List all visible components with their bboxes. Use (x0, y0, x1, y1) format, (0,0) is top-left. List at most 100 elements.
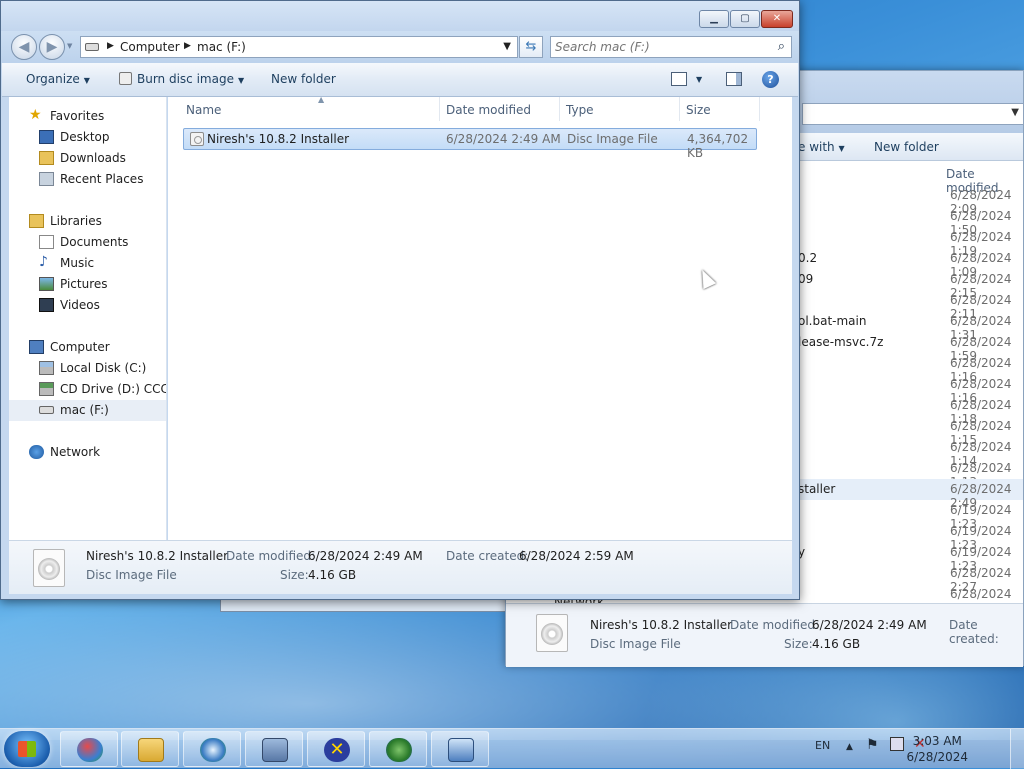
libraries-icon (29, 214, 44, 228)
chevron-down-icon[interactable]: ▼ (1011, 107, 1019, 118)
minimize-button[interactable]: ▁ (699, 10, 729, 28)
sidebar-item-mac-drive[interactable]: mac (F:) (9, 400, 166, 421)
sidebar-item-pictures[interactable]: Pictures (9, 274, 166, 295)
sidebar-item-computer[interactable]: Computer (9, 337, 166, 358)
background-address-bar[interactable]: ▼ (802, 103, 1024, 125)
maximize-button[interactable]: ▢ (730, 10, 760, 28)
list-item-name: 09 (798, 272, 814, 286)
folder-icon (138, 738, 164, 762)
burn-disc-image-button[interactable]: Burn disc image ▼ (119, 72, 244, 86)
sidebar-item-desktop[interactable]: Desktop (9, 127, 166, 148)
clock-date: 6/28/2024 (906, 750, 968, 764)
disc-icon (119, 72, 132, 85)
taskbar-button-browser[interactable] (60, 731, 118, 767)
network-status-icon[interactable] (890, 737, 904, 751)
explorer-window[interactable]: ▁ ▢ ✕ ◀ ▶ ▼ ▶ Computer ▶ mac (F:) ▼ ⇆ ⌕ … (0, 0, 800, 600)
details-created-value: 6/28/2024 2:59 AM (519, 549, 634, 563)
list-item-name: lease-msvc.7z (798, 335, 884, 349)
sidebar-item-videos[interactable]: Videos (9, 295, 166, 316)
background-details-pane: Niresh's 10.8.2 Installer Disc Image Fil… (506, 603, 1023, 667)
back-button[interactable]: ◀ (11, 34, 37, 60)
search-icon[interactable]: ⌕ (778, 39, 785, 54)
taskbar-button-xampp[interactable]: ✕ (307, 731, 365, 767)
details-modified-label: Date modified: (730, 618, 820, 632)
sidebar-item-network[interactable]: Network (9, 442, 166, 463)
file-list-pane[interactable]: Name ▲ Date modified Type Size Niresh's 1… (168, 95, 792, 540)
details-modified-label: Date modified: (226, 549, 316, 563)
download-manager-icon (386, 738, 412, 762)
windows-logo-icon (18, 741, 36, 757)
pictures-icon (39, 277, 54, 291)
sidebar-item-documents[interactable]: Documents (9, 232, 166, 253)
search-input[interactable] (555, 39, 765, 55)
refresh-button[interactable]: ⇆ (519, 36, 543, 58)
close-button[interactable]: ✕ (761, 10, 793, 28)
computer-manager-icon (262, 738, 288, 762)
details-size-label: Size: (280, 568, 309, 582)
details-file-name: Niresh's 10.8.2 Installer (86, 549, 229, 563)
breadcrumb-separator-icon[interactable]: ▶ (184, 41, 191, 51)
navigation-bar: ◀ ▶ ▼ ▶ Computer ▶ mac (F:) ▼ ⇆ ⌕ (1, 31, 799, 63)
view-options-chevron-icon[interactable]: ▼ (696, 75, 702, 84)
action-center-flag-icon[interactable]: ⚑ (866, 737, 879, 753)
sidebar-item-libraries[interactable]: Libraries (9, 211, 166, 232)
taskbar-button-network-app[interactable] (183, 731, 241, 767)
address-history-chevron-icon[interactable]: ▼ (503, 41, 511, 52)
file-name[interactable]: Niresh's 10.8.2 Installer (207, 132, 349, 146)
details-pane: Niresh's 10.8.2 Installer Disc Image Fil… (9, 540, 792, 594)
file-row[interactable]: Niresh's 10.8.2 Installer 6/28/2024 2:49… (183, 128, 757, 160)
address-bar[interactable]: ▶ Computer ▶ mac (F:) ▼ (80, 36, 518, 58)
sidebar-item-downloads[interactable]: Downloads (9, 148, 166, 169)
title-bar[interactable]: ▁ ▢ ✕ (1, 1, 799, 31)
background-new-folder-button[interactable]: New folder (874, 140, 939, 154)
sidebar-item-music[interactable]: ♪ Music (9, 253, 166, 274)
taskbar-button-computer-manager[interactable] (245, 731, 303, 767)
desktop-icon (39, 130, 54, 144)
details-size-value: 4.16 GB (812, 637, 861, 651)
computer-icon (29, 340, 44, 354)
downloads-folder-icon (39, 151, 54, 165)
taskbar-button-remote-desktop[interactable] (431, 731, 489, 767)
details-modified-value: 6/28/2024 2:49 AM (812, 618, 927, 632)
x-app-icon: ✕ (324, 738, 350, 762)
forward-button[interactable]: ▶ (39, 34, 65, 60)
column-header-size[interactable]: Size (680, 97, 760, 121)
breadcrumb-computer[interactable]: Computer (120, 40, 180, 54)
disc-image-icon (33, 549, 65, 587)
taskbar-button-download-manager[interactable] (369, 731, 427, 767)
change-view-icon[interactable] (671, 72, 687, 86)
taskbar: ✕ EN ▲ ⚑ ✕ 3:03 AM 6/28/2024 (0, 728, 1024, 769)
sidebar-item-cd-drive[interactable]: CD Drive (D:) CCCOI (9, 379, 166, 400)
preview-pane-icon[interactable] (726, 72, 742, 86)
details-modified-value: 6/28/2024 2:49 AM (308, 549, 423, 563)
breadcrumb-mac-drive[interactable]: mac (F:) (197, 40, 246, 54)
start-button[interactable] (4, 731, 50, 767)
language-indicator[interactable]: EN (815, 739, 830, 752)
sidebar-item-local-disk[interactable]: Local Disk (C:) (9, 358, 166, 379)
sidebar-item-recent-places[interactable]: Recent Places (9, 169, 166, 190)
organize-button[interactable]: Organize ▼ (26, 72, 90, 86)
column-header-type[interactable]: Type (560, 97, 680, 121)
details-size-value: 4.16 GB (308, 568, 357, 582)
videos-icon (39, 298, 54, 312)
column-header-name[interactable]: Name ▲ (180, 95, 440, 121)
taskbar-button-explorer[interactable] (121, 731, 179, 767)
recent-pages-dropdown[interactable]: ▼ (67, 42, 72, 50)
search-box[interactable]: ⌕ (550, 36, 792, 58)
show-hidden-icons-chevron-icon[interactable]: ▲ (846, 742, 853, 752)
details-created-label: Date created: (446, 549, 529, 563)
new-folder-button[interactable]: New folder (271, 72, 336, 86)
column-header-date-modified[interactable]: Date modified (440, 97, 560, 121)
show-desktop-button[interactable] (1010, 729, 1024, 769)
help-icon[interactable]: ? (762, 71, 779, 88)
sidebar-item-favorites[interactable]: ★ Favorites (9, 106, 166, 127)
disc-image-icon (536, 614, 568, 652)
disc-image-file-icon (190, 132, 204, 146)
details-size-label: Size: (784, 637, 813, 651)
remote-desktop-icon (448, 738, 474, 762)
open-with-button[interactable]: e with ▼ (798, 140, 845, 154)
recent-places-icon (39, 172, 54, 186)
system-clock[interactable]: 3:03 AM 6/28/2024 (906, 733, 968, 765)
details-file-type: Disc Image File (86, 568, 177, 582)
breadcrumb-separator-icon[interactable]: ▶ (107, 41, 114, 51)
